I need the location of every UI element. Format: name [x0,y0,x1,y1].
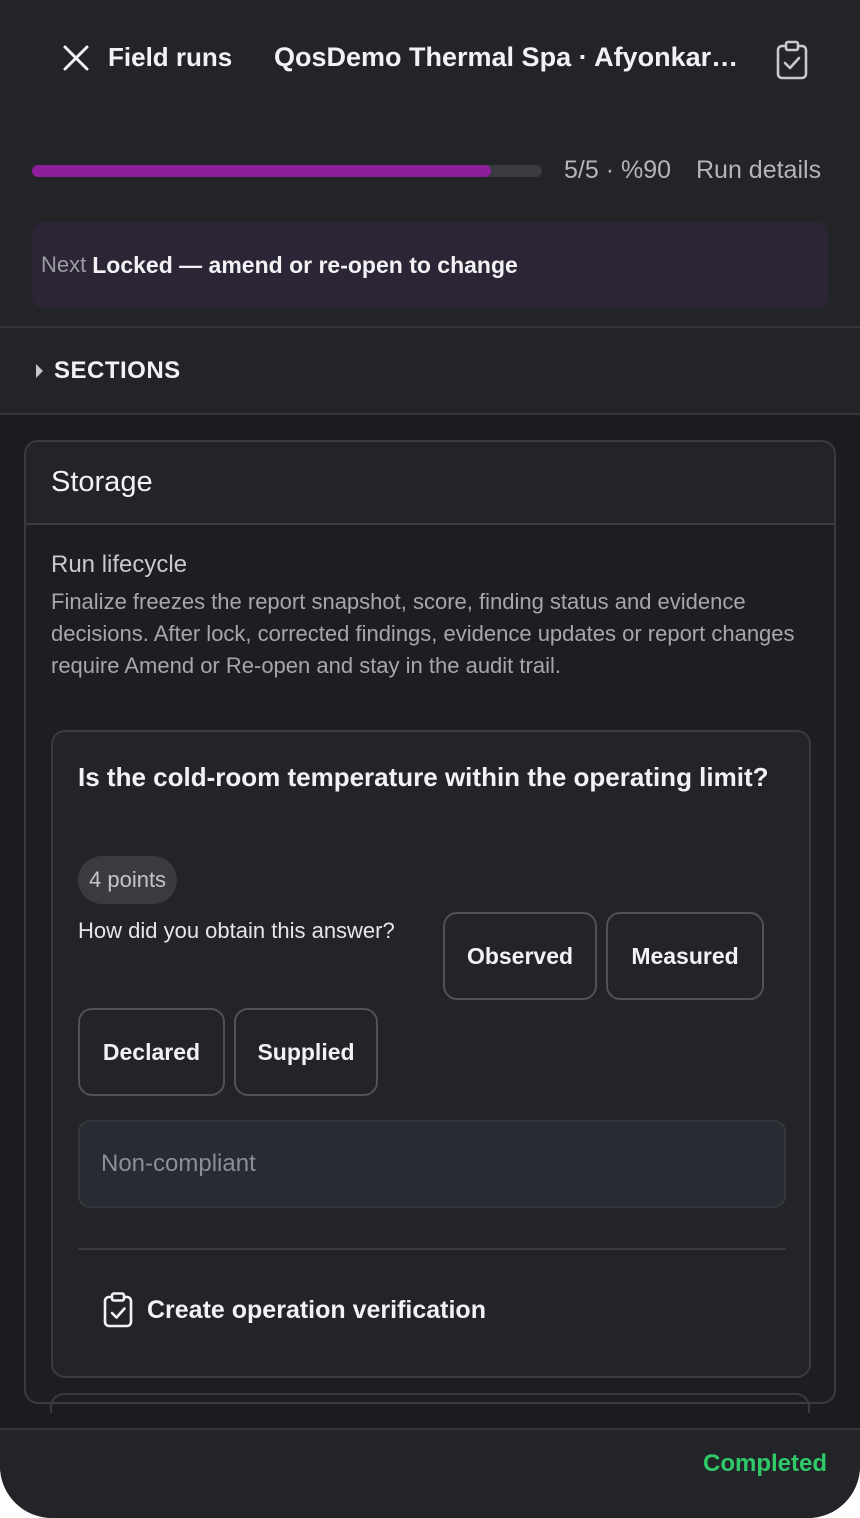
progress-bar [32,165,542,177]
create-verification-button[interactable]: Create operation verification [103,1290,486,1330]
clipboard-check-icon [103,1292,133,1328]
run-title: QosDemo Thermal Spa · Afyonkarahisar [274,42,744,72]
sections-label: SECTIONS [54,356,181,384]
method-measured-button[interactable]: Measured [606,912,764,1000]
next-step-banner: Next Locked — amend or re-open to change [32,222,828,308]
back-label[interactable]: Field runs [108,42,232,73]
section-title: Storage [51,466,153,498]
storage-section-card: Storage Run lifecycle Finalize freezes t… [24,440,836,1404]
answer-status-input[interactable] [78,1120,786,1208]
question-text: Is the cold-room temperature within the … [78,762,769,792]
create-verification-label: Create operation verification [147,1295,486,1324]
progress-text: 5/5 · %90 [564,156,672,184]
question-card: Is the cold-room temperature within the … [51,730,811,1378]
method-observed-button[interactable]: Observed [443,912,597,1000]
close-icon [63,45,89,71]
run-status: Completed [702,1450,827,1477]
app-screen: Field runs QosDemo Thermal Spa · Afyonka… [0,0,860,1518]
points-badge: 4 points [78,856,178,904]
run-details-link[interactable]: Run details [696,156,821,185]
storage-header: Storage [26,442,834,525]
next-label: Next [41,252,87,277]
caret-right-icon [36,363,43,378]
lifecycle-title: Run lifecycle [51,551,188,578]
checklist-button[interactable] [770,38,814,82]
run-header: Field runs QosDemo Thermal Spa · Afyonka… [0,0,860,328]
next-step-text: Locked — amend or re-open to change [92,251,518,278]
next-question-card [50,1393,810,1413]
close-button[interactable] [56,38,96,78]
sections-toggle[interactable]: SECTIONS [0,328,860,415]
progress-fill [32,165,491,177]
lifecycle-description: Finalize freezes the report snapshot, sc… [51,589,795,678]
divider [78,1248,786,1250]
evidence-method-label: How did you obtain this answer? [78,918,395,943]
footer-bar: Completed [0,1428,860,1518]
method-supplied-button[interactable]: Supplied [234,1008,378,1096]
clipboard-check-icon [776,40,808,80]
method-declared-button[interactable]: Declared [78,1008,225,1096]
